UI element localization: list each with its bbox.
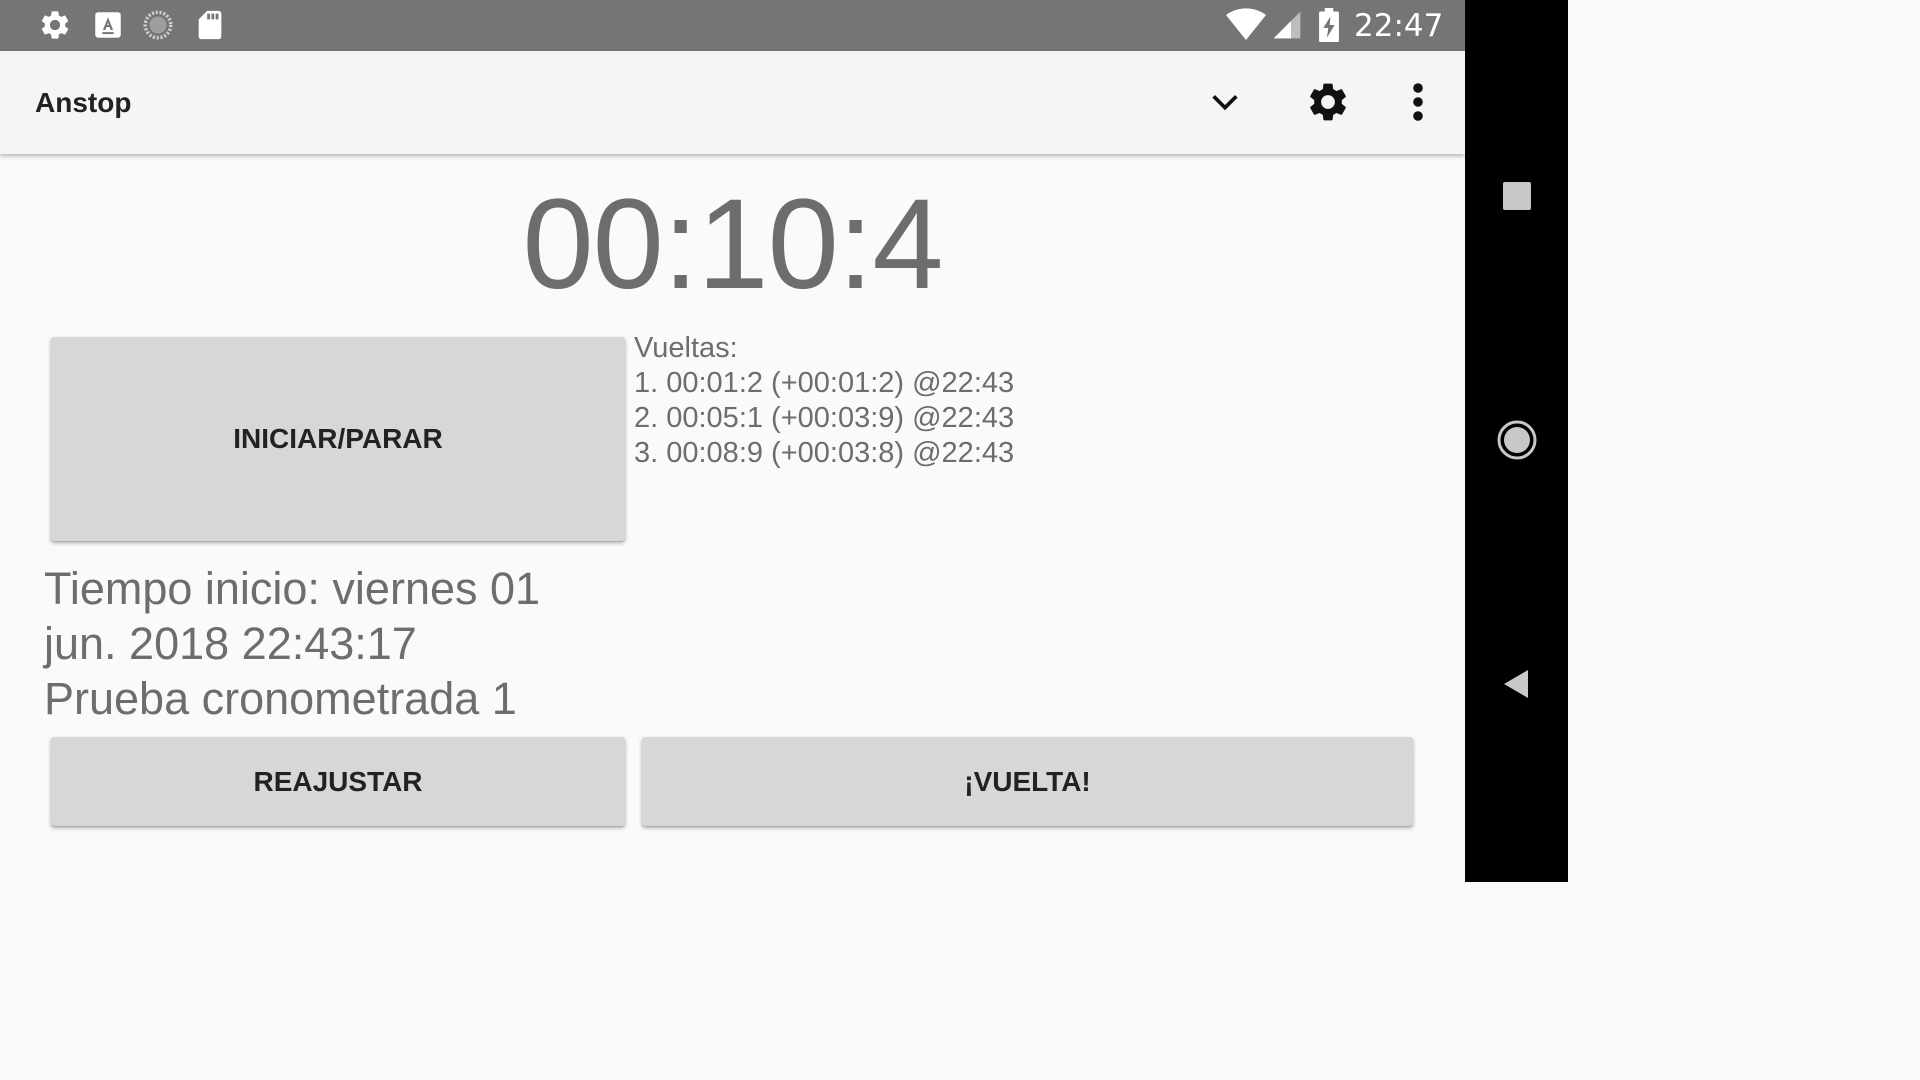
lap-item: 1. 00:01:2 (+00:01:2) @22:43 bbox=[634, 367, 1015, 399]
system-nav-bar bbox=[1465, 0, 1568, 882]
lap-item: 2. 00:05:1 (+00:03:9) @22:43 bbox=[634, 402, 1015, 434]
lap-item: 3. 00:08:9 (+00:03:8) @22:43 bbox=[634, 437, 1015, 469]
laps-header: Vueltas: bbox=[634, 332, 738, 364]
gear-icon bbox=[38, 8, 72, 42]
loading-circle-icon bbox=[141, 8, 175, 42]
laps-list: Vueltas: 1. 00:01:2 (+00:01:2) @22:43 2.… bbox=[634, 331, 1014, 471]
lap-button[interactable]: ¡VUELTA! bbox=[642, 737, 1413, 826]
start-stop-button[interactable]: INICIAR/PARAR bbox=[51, 337, 625, 541]
start-time-line-2: jun. 2018 22:43:17 bbox=[44, 618, 417, 669]
app-toolbar: Anstop bbox=[0, 51, 1465, 154]
chevron-down-icon[interactable] bbox=[1197, 74, 1253, 130]
reset-button[interactable]: REAJUSTAR bbox=[51, 737, 625, 826]
home-circle-icon[interactable] bbox=[1496, 419, 1538, 461]
sd-card-icon bbox=[193, 8, 227, 42]
status-bar: 22:47 bbox=[0, 0, 1465, 51]
text-a-icon bbox=[91, 8, 125, 42]
wifi-icon bbox=[1226, 8, 1266, 46]
app-title: Anstop bbox=[35, 87, 132, 118]
cell-signal-icon bbox=[1271, 8, 1303, 46]
settings-gear-icon[interactable] bbox=[1300, 74, 1356, 130]
battery-charging-icon bbox=[1316, 8, 1342, 46]
start-time-line-1: Tiempo inicio: viernes 01 bbox=[44, 563, 541, 614]
back-triangle-icon[interactable] bbox=[1496, 663, 1538, 705]
status-clock: 22:47 bbox=[1354, 8, 1444, 44]
session-name: Prueba cronometrada 1 bbox=[44, 673, 517, 724]
more-vert-icon[interactable] bbox=[1390, 74, 1446, 130]
stopwatch-display: 00:10:4 bbox=[522, 173, 943, 316]
recents-square-icon[interactable] bbox=[1496, 175, 1538, 217]
start-info: Tiempo inicio: viernes 01 jun. 2018 22:4… bbox=[44, 561, 540, 726]
